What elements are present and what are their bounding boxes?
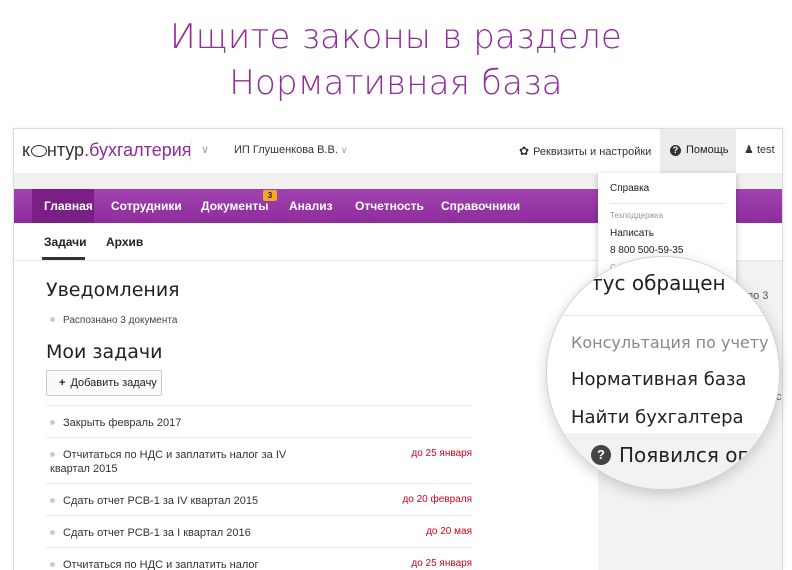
- help-menu-write[interactable]: Написать: [610, 228, 654, 239]
- logo-text-2: нтур: [46, 140, 85, 160]
- task-row[interactable]: Отчитаться по НДС и заплатить налог до 2…: [46, 547, 472, 570]
- task-text: Сдать отчет РСВ-1 за IV квартал 2015: [63, 495, 259, 507]
- documents-badge: 3: [263, 190, 277, 201]
- org-name: ИП Глушенкова В.В.: [234, 144, 338, 156]
- task-row[interactable]: Сдать отчет РСВ-1 за I квартал 2016 до 2…: [46, 515, 472, 547]
- mag-appeared-label: Появился ог: [619, 443, 749, 467]
- tab-tasks[interactable]: Задачи: [44, 235, 87, 249]
- bullet-icon: [50, 420, 55, 425]
- task-row[interactable]: Отчитаться по НДС и заплатить налог за I…: [46, 437, 472, 483]
- menu-divider: [610, 203, 724, 204]
- chevron-down-icon[interactable]: ∨: [201, 143, 209, 156]
- active-tab-underline: [42, 257, 85, 260]
- add-task-label: Добавить задачу: [70, 377, 157, 389]
- task-due-date: до 25 января: [411, 448, 472, 459]
- user-label: test: [756, 144, 775, 156]
- nav-item-reporting[interactable]: Отчетность: [355, 199, 424, 213]
- bullet-icon: [50, 498, 55, 503]
- logo-divider: [190, 141, 191, 161]
- task-due-date: до 25 января: [411, 558, 472, 569]
- tasks-title: Мои задачи: [46, 341, 163, 363]
- task-text: Отчитаться по НДС и заплатить налог: [63, 559, 259, 570]
- task-text: Отчитаться по НДС и заплатить налог за I…: [50, 449, 287, 475]
- notification-item[interactable]: Распознано 3 документа: [50, 315, 177, 326]
- bullet-icon: [50, 562, 55, 567]
- plus-icon: +: [59, 377, 66, 389]
- gear-icon: ✿: [519, 144, 530, 158]
- question-icon: ?: [591, 445, 611, 465]
- help-label: Помощь: [686, 144, 729, 156]
- logo-text-1: к: [22, 140, 30, 160]
- nav-item-documents[interactable]: Документы: [201, 199, 268, 213]
- help-button[interactable]: ? Помощь: [660, 129, 736, 173]
- top-bar: к нтур.бухгалтерия ∨ ИП Глушенкова В.В. ∨ …: [14, 129, 782, 173]
- nav-item-main[interactable]: Главная: [44, 199, 93, 213]
- org-selector[interactable]: ИП Глушенкова В.В. ∨: [234, 144, 347, 156]
- user-menu[interactable]: ♟ test: [744, 143, 775, 156]
- mag-normative-base-link[interactable]: Нормативная база: [571, 369, 746, 390]
- task-row[interactable]: Закрыть февраль 2017: [46, 405, 472, 437]
- settings-link[interactable]: ✿ Реквизиты и настройки: [519, 144, 651, 158]
- bullet-icon: [50, 530, 55, 535]
- task-due-date: до 20 мая: [426, 526, 472, 537]
- help-menu-phone[interactable]: 8 800 500-59-35: [610, 245, 683, 256]
- bullet-icon: [50, 452, 55, 457]
- help-menu-reference[interactable]: Справка: [610, 183, 649, 194]
- settings-label: Реквизиты и настройки: [533, 146, 652, 158]
- mag-consultation-link[interactable]: Консультация по учету: [571, 333, 769, 352]
- add-task-button[interactable]: + Добавить задачу: [46, 370, 162, 396]
- task-row[interactable]: Сдать отчет РСВ-1 за IV квартал 2015 до …: [46, 483, 472, 515]
- tab-archive[interactable]: Архив: [106, 235, 143, 249]
- headline-line-1: Ищите законы в разделе: [169, 17, 623, 57]
- mag-divider: [547, 315, 779, 316]
- task-due-date: до 20 февраля: [402, 494, 472, 505]
- user-icon: ♟: [744, 144, 754, 156]
- nav-item-analysis[interactable]: Анализ: [289, 199, 333, 213]
- task-text: Закрыть февраль 2017: [63, 417, 182, 429]
- logo[interactable]: к нтур.бухгалтерия: [22, 140, 192, 161]
- magnifier-lens: тус обращен Консультация по учету Нормат…: [546, 256, 780, 490]
- mag-status-heading: тус обращен: [591, 271, 726, 295]
- task-text: Сдать отчет РСВ-1 за I квартал 2016: [63, 527, 251, 539]
- headline-line-2: Нормативная база: [229, 63, 563, 103]
- bullet-icon: [50, 317, 55, 322]
- nav-item-directories[interactable]: Справочники: [441, 199, 520, 213]
- notifications-title: Уведомления: [46, 279, 180, 301]
- promo-headline: Ищите законы в разделе Нормативная база: [0, 14, 792, 106]
- mag-find-accountant-link[interactable]: Найти бухгалтера: [571, 407, 744, 428]
- chevron-down-icon: ∨: [340, 145, 348, 155]
- question-icon: ?: [670, 145, 681, 156]
- logo-ring-icon: [30, 145, 47, 157]
- notification-text: Распознано 3 документа: [63, 315, 178, 326]
- nav-item-employees[interactable]: Сотрудники: [111, 199, 182, 213]
- support-caption: Техподдержка: [610, 211, 664, 220]
- logo-text-3: .бухгалтерия: [84, 140, 192, 160]
- mag-appeared-text: ? Появился ог: [591, 443, 748, 467]
